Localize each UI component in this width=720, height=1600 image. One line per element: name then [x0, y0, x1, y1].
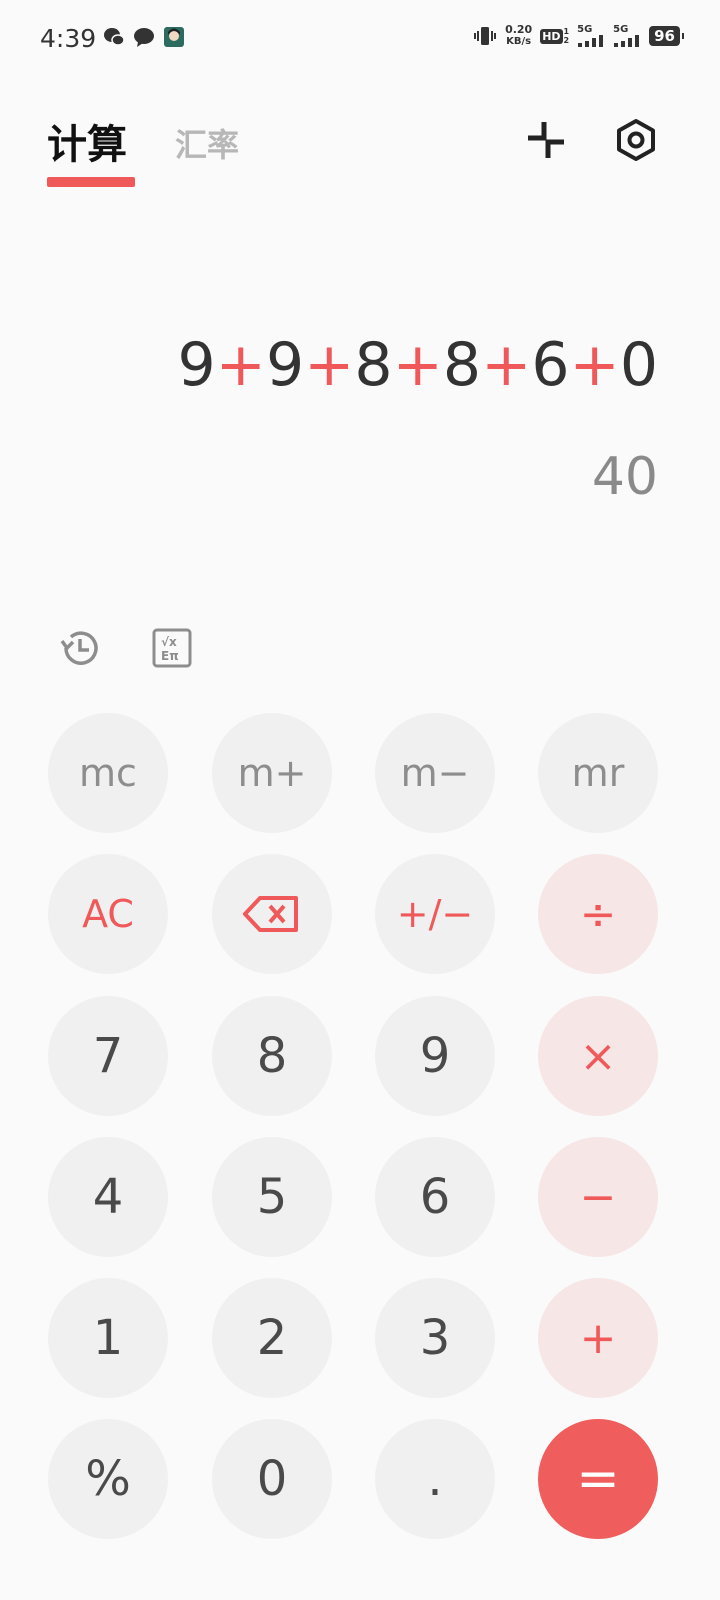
signal-1-icon: 5G — [577, 25, 605, 47]
expression-display: 9+9+8+8+6+0 — [177, 330, 658, 400]
app-avatar-icon — [164, 27, 184, 47]
expr-operator: + — [569, 330, 620, 400]
status-time: 4:39 — [40, 24, 97, 53]
expr-token: 8 — [442, 330, 482, 400]
digit-8-button[interactable]: 8 — [212, 996, 332, 1116]
network-type-1: 5G — [577, 24, 593, 35]
multiply-button[interactable]: × — [538, 996, 658, 1116]
svg-text:Eπ: Eπ — [161, 649, 179, 663]
digit-5-button[interactable]: 5 — [212, 1137, 332, 1257]
minus-button[interactable]: − — [538, 1137, 658, 1257]
digit-1-button[interactable]: 1 — [48, 1278, 168, 1398]
status-indicators: 0.20 KB/s HD 12 5G 5G 96 — [473, 24, 684, 48]
minimize-window-icon[interactable] — [524, 118, 568, 162]
network-speed: 0.20 KB/s — [505, 24, 532, 48]
signal-2-icon: 5G — [613, 25, 641, 47]
digit-6-button[interactable]: 6 — [375, 1137, 495, 1257]
expr-token: 0 — [619, 330, 658, 400]
result-display: 40 — [591, 447, 658, 507]
network-type-2: 5G — [613, 24, 629, 35]
digit-2-button[interactable]: 2 — [212, 1278, 332, 1398]
tab-calculate[interactable]: 计算 — [47, 112, 135, 187]
expr-token: 9 — [177, 330, 216, 400]
network-speed-value: 0.20 — [505, 23, 533, 36]
percent-button[interactable]: % — [48, 1419, 168, 1539]
hd-label: HD — [540, 28, 563, 44]
expr-token: 6 — [531, 330, 570, 400]
status-bar: 4:39 0.20 KB/s HD 12 5G 5G 96 — [0, 0, 720, 80]
memory-recall-button[interactable]: mr — [538, 713, 658, 833]
digit-4-button[interactable]: 4 — [48, 1137, 168, 1257]
notification-icons — [103, 26, 185, 48]
settings-icon[interactable] — [614, 118, 658, 162]
active-tab-indicator — [47, 177, 135, 187]
expr-operator: + — [304, 330, 355, 400]
hd-icon: HD 12 — [540, 27, 570, 45]
digit-3-button[interactable]: 3 — [375, 1278, 495, 1398]
backspace-icon — [243, 896, 298, 932]
expr-operator: + — [215, 330, 266, 400]
vibrate-icon — [474, 27, 497, 45]
battery-level: 96 — [649, 26, 684, 46]
memory-add-button[interactable]: m+ — [212, 713, 332, 833]
wechat-icon — [104, 28, 125, 46]
svg-text:√x: √x — [161, 635, 177, 649]
digit-7-button[interactable]: 7 — [48, 996, 168, 1116]
memory-subtract-button[interactable]: m− — [375, 713, 495, 833]
plus-button[interactable]: + — [538, 1278, 658, 1398]
expr-operator: + — [481, 330, 532, 400]
message-icon — [134, 28, 154, 47]
sign-toggle-button[interactable]: +/− — [375, 854, 495, 974]
equals-button[interactable]: = — [538, 1419, 658, 1539]
history-icon[interactable] — [58, 626, 102, 670]
memory-clear-button[interactable]: mc — [48, 713, 168, 833]
decimal-point-button[interactable]: . — [375, 1419, 495, 1539]
digit-0-button[interactable]: 0 — [212, 1419, 332, 1539]
mode-tabs: 计算 汇率 — [47, 112, 239, 187]
all-clear-button[interactable]: AC — [48, 854, 168, 974]
divide-button[interactable]: ÷ — [538, 854, 658, 974]
backspace-button[interactable] — [212, 854, 332, 974]
digit-9-button[interactable]: 9 — [375, 996, 495, 1116]
expr-token: 9 — [265, 330, 305, 400]
tab-calculate-label: 计算 — [47, 122, 127, 168]
network-speed-unit: KB/s — [506, 36, 532, 47]
scientific-mode-icon[interactable]: √x Eπ — [150, 626, 194, 670]
expr-operator: + — [392, 330, 443, 400]
expr-token: 8 — [354, 330, 393, 400]
tab-exchange-rate[interactable]: 汇率 — [175, 120, 239, 166]
